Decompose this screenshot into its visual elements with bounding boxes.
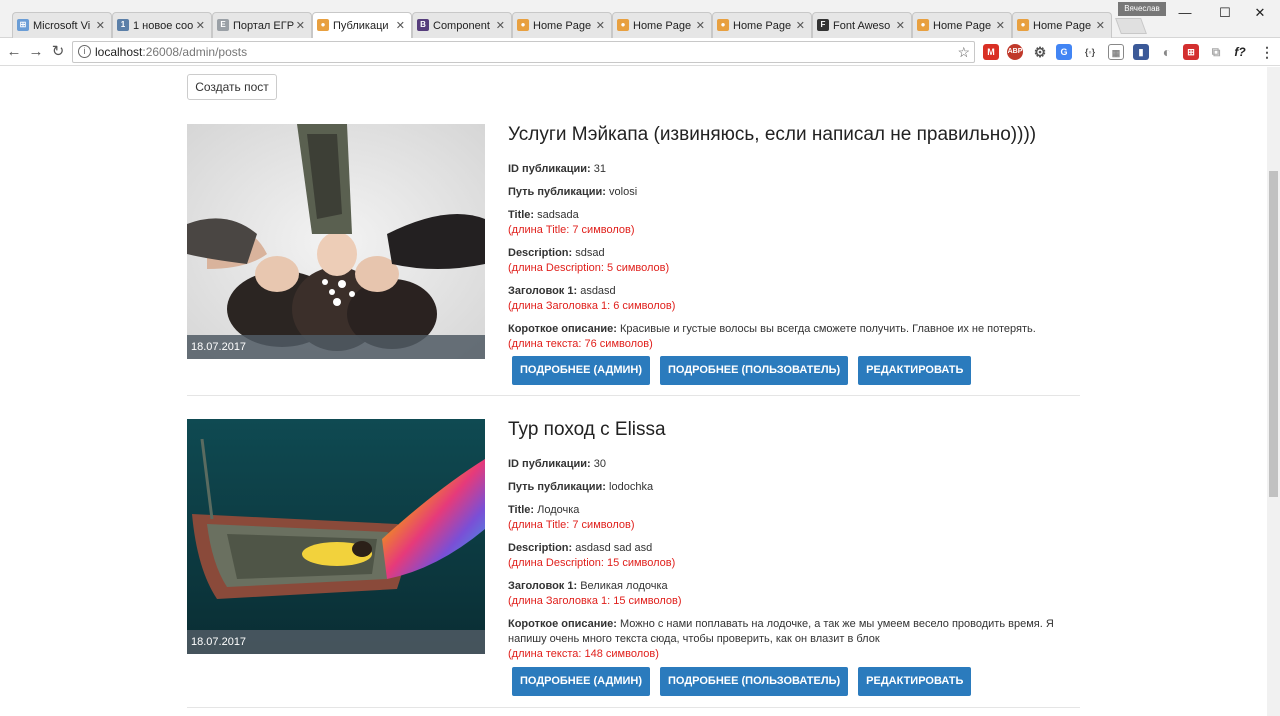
close-tab-icon[interactable]: ✕ bbox=[896, 19, 905, 32]
address-bar[interactable]: i localhost:26008/admin/posts ☆ bbox=[72, 41, 975, 63]
site-logo-icon: ● bbox=[517, 19, 529, 31]
post-card: 18.07.2017 Тур поход с Elissa ID публика… bbox=[187, 419, 1080, 709]
details-user-button[interactable]: ПОДРОБНЕЕ (ПОЛЬЗОВАТЕЛЬ) bbox=[660, 667, 849, 696]
post-title: Услуги Мэйкапа (извиняюсь, если написал … bbox=[508, 124, 1037, 145]
post-actions: ПОДРОБНЕЕ (АДМИН) ПОДРОБНЕЕ (ПОЛЬЗОВАТЕЛ… bbox=[512, 356, 972, 385]
post-path-field: Путь публикации: volosi bbox=[508, 186, 638, 198]
post-description-field: Description: sdsad (длина Description: 5 … bbox=[508, 247, 670, 274]
extension-icon[interactable]: ▮ bbox=[1133, 44, 1149, 60]
post-heading-field: Заголовок 1: asdasd (длина Заголовка 1: 6… bbox=[508, 285, 676, 312]
close-tab-icon[interactable]: ✕ bbox=[996, 19, 1005, 32]
font-awesome-icon: F bbox=[817, 19, 829, 31]
post-short-description-field: Короткое описание: Можно с нами поплават… bbox=[508, 618, 1054, 660]
browser-tab-active[interactable]: ● Публикаци ✕ bbox=[312, 12, 412, 39]
scrollbar-thumb[interactable] bbox=[1269, 171, 1278, 497]
post-heading-field: Заголовок 1: Великая лодочка (длина Загол… bbox=[508, 580, 682, 607]
site-logo-icon: ● bbox=[1017, 19, 1029, 31]
maximize-button[interactable]: ☐ bbox=[1205, 2, 1245, 24]
back-button[interactable]: ← bbox=[4, 42, 24, 62]
post-divider bbox=[187, 395, 1080, 396]
post-date: 18.07.2017 bbox=[187, 335, 485, 359]
post-image: 18.07.2017 bbox=[187, 419, 485, 654]
vk-icon: 1 bbox=[117, 19, 129, 31]
browser-tab[interactable]: F Font Aweso ✕ bbox=[812, 12, 912, 38]
grid-icon[interactable]: ▦ bbox=[1108, 44, 1124, 60]
site-logo-icon: ● bbox=[317, 19, 329, 31]
site-logo-icon: ● bbox=[717, 19, 729, 31]
reload-button[interactable]: ↻ bbox=[48, 42, 68, 62]
post-info: Услуги Мэйкапа (извиняюсь, если написал … bbox=[508, 124, 1068, 385]
page-scrollbar[interactable] bbox=[1267, 67, 1280, 716]
details-admin-button[interactable]: ПОДРОБНЕЕ (АДМИН) bbox=[512, 356, 651, 385]
post-short-description-field: Короткое описание: Красивые и густые вол… bbox=[508, 323, 1036, 350]
function-icon[interactable]: f? bbox=[1232, 44, 1248, 60]
adblock-icon[interactable]: ABP bbox=[1007, 44, 1023, 60]
close-window-button[interactable]: ✕ bbox=[1240, 2, 1280, 24]
translate-icon[interactable]: G bbox=[1056, 44, 1072, 60]
post-divider bbox=[187, 707, 1080, 708]
minimize-button[interactable]: — bbox=[1165, 2, 1205, 24]
browser-tab[interactable]: ● Home Page ✕ bbox=[512, 12, 612, 38]
circle-icon[interactable]: ◐ bbox=[1159, 44, 1175, 60]
close-tab-icon[interactable]: ✕ bbox=[1096, 19, 1105, 32]
site-logo-icon: ● bbox=[617, 19, 629, 31]
browser-tab[interactable]: ● Home Page ✕ bbox=[912, 12, 1012, 38]
browser-tab[interactable]: B Component ✕ bbox=[412, 12, 512, 38]
close-tab-icon[interactable]: ✕ bbox=[196, 19, 205, 32]
details-user-button[interactable]: ПОДРОБНЕЕ (ПОЛЬЗОВАТЕЛЬ) bbox=[660, 356, 849, 385]
page-content: Создать пост 18.07.2017 Услуги Мэйкапа (… bbox=[0, 67, 1267, 716]
post-path-field: Путь публикации: lodochka bbox=[508, 481, 654, 493]
post-id-field: ID публикации: 30 bbox=[508, 458, 606, 470]
windows-logo-icon: ⊞ bbox=[17, 19, 29, 31]
gmail-icon[interactable]: M bbox=[983, 44, 999, 60]
egr-icon: E bbox=[217, 19, 229, 31]
post-actions: ПОДРОБНЕЕ (АДМИН) ПОДРОБНЕЕ (ПОЛЬЗОВАТЕЛ… bbox=[512, 667, 972, 696]
post-meta-title-field: Title: Лодочка (длина Title: 7 символов) bbox=[508, 504, 635, 531]
create-post-button[interactable]: Создать пост bbox=[187, 74, 277, 100]
new-tab-button[interactable] bbox=[1115, 18, 1147, 34]
close-tab-icon[interactable]: ✕ bbox=[596, 19, 605, 32]
menu-icon[interactable]: ⋮ bbox=[1259, 44, 1275, 60]
bootstrap-icon: B bbox=[417, 19, 429, 31]
tab-strip: ⊞ Microsoft Vi ✕ 11 новое соо ✕ E Портал ЕГР… bbox=[0, 0, 1280, 39]
edit-button[interactable]: РЕДАКТИРОВАТЬ bbox=[858, 667, 972, 696]
code-icon[interactable]: {◦} bbox=[1082, 44, 1098, 60]
info-icon[interactable]: i bbox=[78, 45, 91, 58]
red-extension-icon[interactable]: ⊞ bbox=[1183, 44, 1199, 60]
post-info: Тур поход с Elissa ID публикации: 30 Пут… bbox=[508, 419, 1068, 696]
browser-tab[interactable]: 11 новое соо ✕ bbox=[112, 12, 212, 38]
pdf-icon[interactable]: ⧉ bbox=[1208, 44, 1224, 60]
post-id-field: ID публикации: 31 bbox=[508, 163, 606, 175]
details-admin-button[interactable]: ПОДРОБНЕЕ (АДМИН) bbox=[512, 667, 651, 696]
browser-tab[interactable]: ● Home Page ✕ bbox=[712, 12, 812, 38]
close-tab-icon[interactable]: ✕ bbox=[96, 19, 105, 32]
close-tab-icon[interactable]: ✕ bbox=[696, 19, 705, 32]
bookmark-star-icon[interactable]: ☆ bbox=[957, 42, 970, 62]
post-image-graphic bbox=[187, 419, 485, 654]
post-title: Тур поход с Elissa bbox=[508, 419, 666, 440]
close-tab-icon[interactable]: ✕ bbox=[296, 19, 305, 32]
post-date: 18.07.2017 bbox=[187, 630, 485, 654]
close-tab-icon[interactable]: ✕ bbox=[396, 19, 405, 32]
post-description-field: Description: asdasd sad asd (длина Descri… bbox=[508, 542, 676, 569]
post-meta-title-field: Title: sadsada (длина Title: 7 символов) bbox=[508, 209, 635, 236]
post-card: 18.07.2017 Услуги Мэйкапа (извиняюсь, ес… bbox=[187, 124, 1080, 394]
profile-badge[interactable]: Вячеслав bbox=[1118, 2, 1166, 16]
forward-button[interactable]: → bbox=[26, 42, 46, 62]
close-tab-icon[interactable]: ✕ bbox=[796, 19, 805, 32]
close-tab-icon[interactable]: ✕ bbox=[496, 19, 505, 32]
site-logo-icon: ● bbox=[917, 19, 929, 31]
post-image-graphic bbox=[187, 124, 485, 359]
browser-tab[interactable]: ⊞ Microsoft Vi ✕ bbox=[12, 12, 112, 38]
post-image: 18.07.2017 bbox=[187, 124, 485, 359]
edit-button[interactable]: РЕДАКТИРОВАТЬ bbox=[858, 356, 972, 385]
browser-tab[interactable]: ● Home Page ✕ bbox=[1012, 12, 1112, 38]
gear-icon[interactable]: ⚙ bbox=[1032, 44, 1048, 60]
browser-tab[interactable]: ● Home Page ✕ bbox=[612, 12, 712, 38]
browser-toolbar: ← → ↻ i localhost:26008/admin/posts ☆ M … bbox=[0, 38, 1280, 66]
browser-tab[interactable]: E Портал ЕГР ✕ bbox=[212, 12, 312, 38]
